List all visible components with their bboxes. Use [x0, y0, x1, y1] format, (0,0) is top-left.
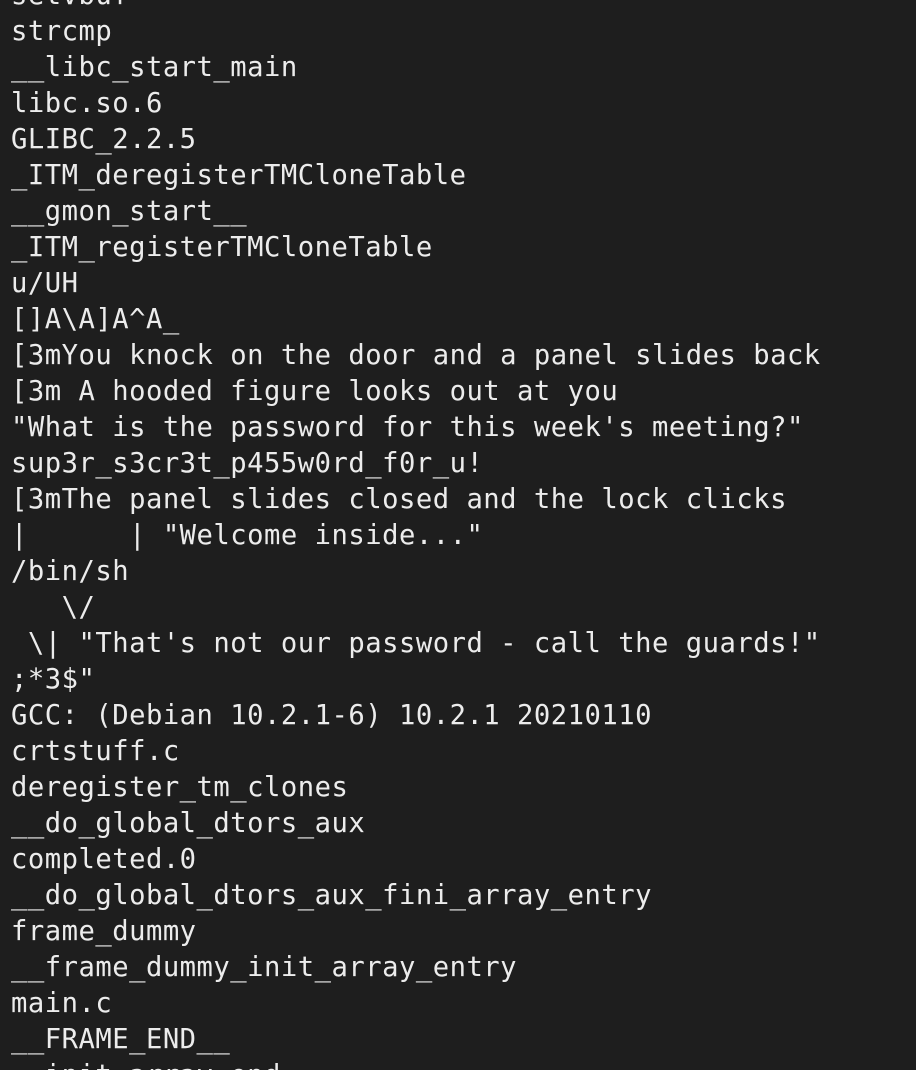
terminal-line: completed.0 — [11, 844, 197, 875]
terminal-line: main.c — [11, 988, 113, 1019]
terminal-line: __FRAME_END__ — [11, 1024, 231, 1055]
terminal-line: u/UH — [11, 268, 79, 299]
terminal-line: deregister_tm_clones — [11, 772, 349, 803]
terminal-line: __libc_start_main — [11, 52, 298, 83]
terminal-line: setvbuf — [11, 0, 821, 14]
terminal-line: _ITM_deregisterTMCloneTable — [11, 160, 467, 191]
terminal-line: GLIBC_2.2.5 — [11, 124, 197, 155]
terminal-line: _ITM_registerTMCloneTable — [11, 232, 433, 263]
terminal-line: []A\A]A^A_ — [11, 304, 180, 335]
terminal-line: __frame_dummy_init_array_entry — [11, 952, 518, 983]
terminal-line: __gmon_start__ — [11, 196, 248, 227]
terminal-line: [3mThe panel slides closed and the lock … — [11, 484, 787, 515]
terminal-line: \/ — [11, 592, 96, 623]
terminal-output: setvbuf strcmp __libc_start_main libc.so… — [11, 0, 821, 1070]
terminal-line: [3mYou knock on the door and a panel sli… — [11, 340, 821, 371]
terminal-line: | | "Welcome inside..." — [11, 520, 484, 551]
terminal-line: __do_global_dtors_aux_fini_array_entry — [11, 880, 652, 911]
terminal-line: crtstuff.c — [11, 736, 180, 767]
terminal-window[interactable]: setvbuf strcmp __libc_start_main libc.so… — [0, 0, 916, 1070]
terminal-line: "What is the password for this week's me… — [11, 412, 804, 443]
terminal-line: __do_global_dtors_aux — [11, 808, 366, 839]
terminal-line: ;*3$" — [11, 664, 96, 695]
terminal-line: strcmp — [11, 16, 113, 47]
terminal-line: libc.so.6 — [11, 88, 163, 119]
terminal-line: [3m A hooded figure looks out at you — [11, 376, 619, 407]
terminal-line: sup3r_s3cr3t_p455w0rd_f0r_u! — [11, 448, 484, 479]
terminal-line: GCC: (Debian 10.2.1-6) 10.2.1 20210110 — [11, 700, 652, 731]
terminal-line: __init_array_end — [11, 1058, 821, 1070]
terminal-line: /bin/sh — [11, 556, 130, 587]
terminal-line: \| "That's not our password - call the g… — [11, 628, 821, 659]
terminal-line: frame_dummy — [11, 916, 197, 947]
